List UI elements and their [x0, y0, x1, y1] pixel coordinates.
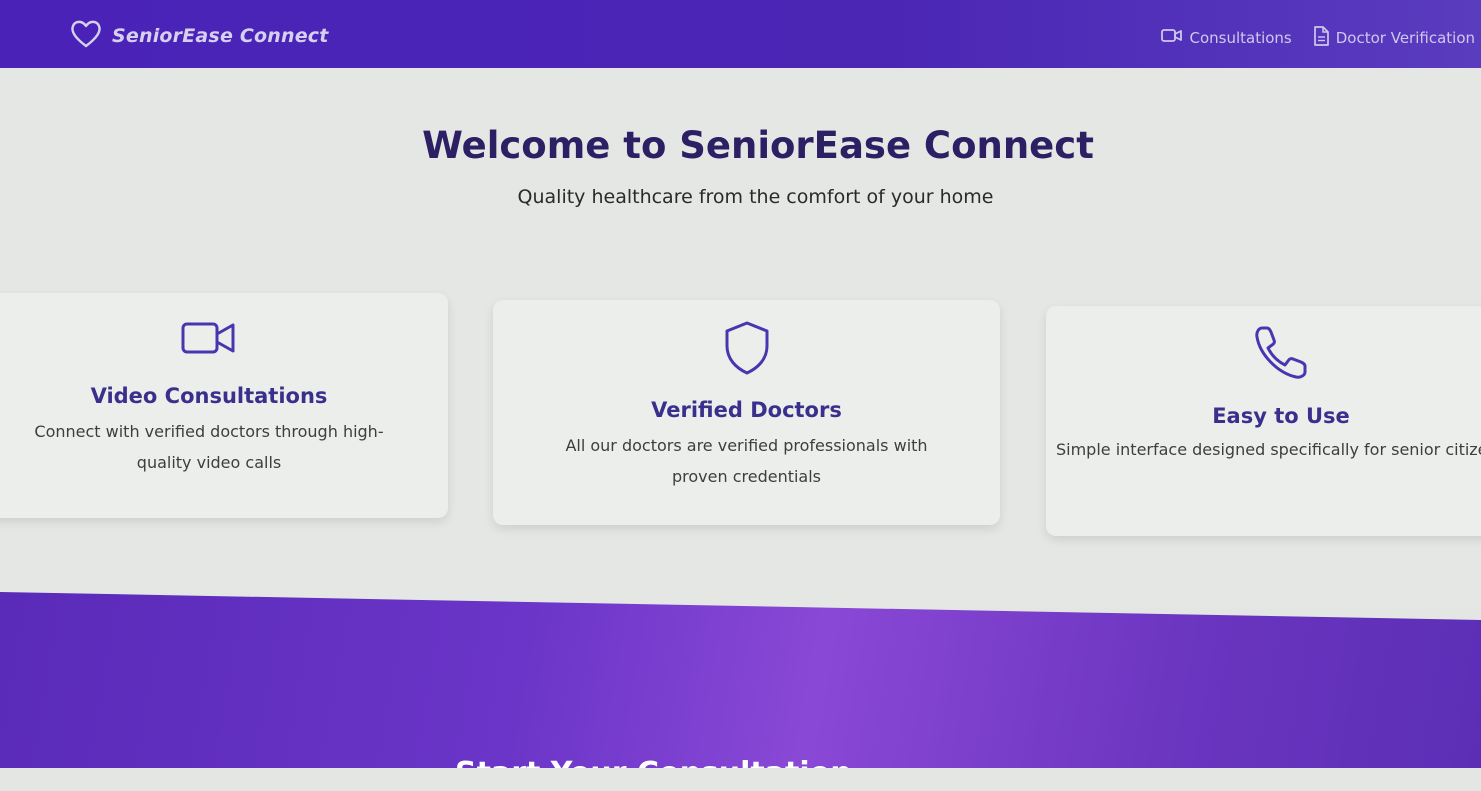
page-subtitle: Quality healthcare from the comfort of y… [517, 186, 994, 208]
brand-name: SeniorEase Connect [112, 25, 329, 47]
nav-links: Consultations Doctor Verification [1161, 26, 1475, 50]
top-navbar: SeniorEase Connect Consultations Doctor … [0, 0, 1481, 68]
video-icon [1161, 28, 1183, 48]
nav-link-label: Consultations [1189, 29, 1292, 47]
feature-title: Easy to Use [1212, 404, 1350, 428]
feature-description: Connect with verified doctors through hi… [34, 422, 384, 472]
nav-link-label: Doctor Verification [1335, 29, 1475, 47]
nav-link-consultations[interactable]: Consultations [1161, 28, 1292, 48]
feature-card-video-consultations: Video Consultations Connect with verifie… [0, 293, 448, 518]
feature-card-verified-doctors: Verified Doctors All our doctors are ver… [493, 300, 1000, 525]
nav-link-doctor-verification[interactable]: Doctor Verification [1312, 26, 1475, 50]
document-icon [1312, 26, 1330, 50]
cta-section: Start Your Consultation [0, 592, 1481, 768]
hero-section: Welcome to SeniorEase Connect Quality he… [0, 68, 1481, 608]
heart-icon [70, 20, 102, 52]
feature-title: Video Consultations [90, 384, 328, 408]
brand-link[interactable]: SeniorEase Connect [70, 20, 329, 52]
feature-card-easy-to-use: Easy to Use Simple interface designed sp… [1046, 306, 1481, 536]
page-title: Welcome to SeniorEase Connect [422, 124, 1094, 167]
cta-title: Start Your Consultation [455, 756, 852, 791]
feature-title: Verified Doctors [651, 398, 842, 422]
feature-description: All our doctors are verified professiona… [565, 436, 928, 486]
phone-icon [1046, 322, 1481, 388]
feature-description: Simple interface designed specifically f… [1055, 440, 1481, 459]
video-camera-icon [0, 318, 448, 362]
shield-icon [493, 320, 1000, 380]
